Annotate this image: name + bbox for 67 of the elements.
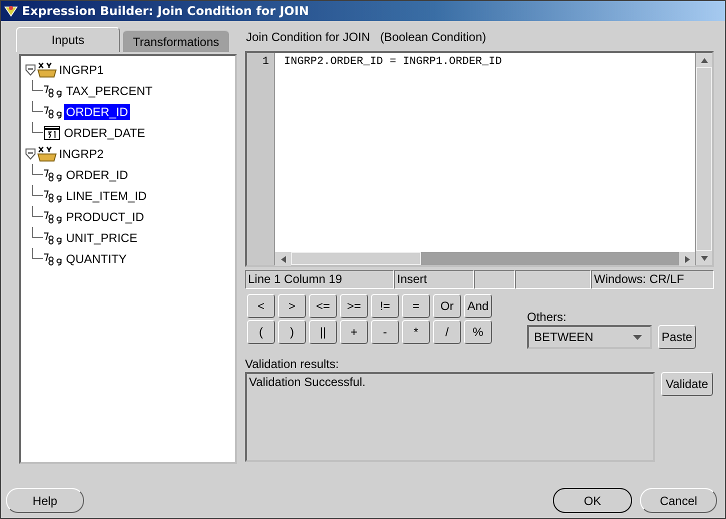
calendar-icon: [43, 125, 61, 140]
operator-button[interactable]: <: [247, 294, 275, 318]
operator-button[interactable]: And: [464, 294, 492, 318]
editor-subheading: (Boolean Condition): [380, 30, 486, 44]
window-title: Expression Builder: Join Condition for JOIN: [22, 4, 309, 18]
status-cell: [474, 270, 515, 289]
code-line: INGRP2.ORDER_ID = INGRP1.ORDER_ID: [284, 56, 503, 69]
line-number: 1: [262, 56, 269, 69]
numeric-type-icon: [43, 188, 63, 202]
tree-item[interactable]: INGRP1: [57, 62, 106, 78]
code-editor[interactable]: 1 INGRP2.ORDER_ID = INGRP1.ORDER_ID: [245, 51, 714, 267]
validation-label: Validation results:: [245, 357, 340, 371]
tree-item[interactable]: INGRP2: [57, 146, 106, 162]
cursor-position: Line 1 Column 19: [245, 270, 394, 289]
tree-item[interactable]: TAX_PERCENT: [64, 82, 154, 98]
tree-item[interactable]: PRODUCT_ID: [64, 208, 146, 224]
collapse-icon[interactable]: [25, 148, 36, 160]
scroll-left-icon[interactable]: [280, 256, 286, 262]
numeric-type-icon: [43, 230, 63, 244]
insert-mode: Insert: [394, 270, 474, 289]
operator-button[interactable]: /: [433, 320, 461, 344]
tab[interactable]: Inputs: [16, 27, 120, 52]
others-dropdown[interactable]: BETWEEN: [527, 325, 652, 349]
tab[interactable]: Transformations: [123, 30, 229, 52]
operator-button[interactable]: >=: [340, 294, 368, 318]
tree-item[interactable]: ORDER_ID: [64, 104, 130, 120]
operator-button[interactable]: <=: [309, 294, 337, 318]
help-button[interactable]: Help: [6, 488, 84, 513]
cancel-button[interactable]: Cancel: [640, 488, 717, 513]
paste-button[interactable]: Paste: [658, 325, 696, 349]
validation-message: Validation Successful.: [249, 375, 366, 389]
editor-heading: Join Condition for JOIN: [246, 30, 370, 44]
scroll-right-icon[interactable]: [684, 256, 690, 262]
tree-item[interactable]: QUANTITY: [64, 250, 129, 266]
numeric-type-icon: [43, 210, 63, 224]
operator-button[interactable]: %: [464, 320, 492, 344]
scroll-down-icon[interactable]: [700, 256, 708, 260]
tree-item[interactable]: ORDER_ID: [64, 166, 130, 182]
operator-button[interactable]: !=: [371, 294, 399, 318]
validate-button[interactable]: Validate: [661, 372, 713, 396]
numeric-type-icon: [43, 104, 63, 118]
tree-item[interactable]: ORDER_DATE: [62, 124, 148, 140]
numeric-type-icon: [43, 84, 63, 98]
operator-button[interactable]: +: [340, 320, 368, 344]
numeric-type-icon: [43, 168, 63, 182]
horizontal-scrollbar[interactable]: [275, 252, 695, 265]
app-icon: [4, 5, 18, 17]
operator-button[interactable]: -: [371, 320, 399, 344]
operator-button[interactable]: ||: [309, 320, 337, 344]
scroll-up-icon[interactable]: [700, 58, 708, 62]
folder-icon: [37, 146, 57, 162]
operator-button[interactable]: >: [278, 294, 306, 318]
folder-icon: [37, 62, 57, 78]
tree-item[interactable]: LINE_ITEM_ID: [64, 188, 149, 204]
line-ending: Windows: CR/LF: [591, 270, 714, 289]
vertical-scrollbar[interactable]: [695, 53, 712, 265]
caret-icon: [633, 334, 642, 340]
operator-button[interactable]: =: [402, 294, 430, 318]
ok-button[interactable]: OK: [553, 488, 632, 513]
operator-button[interactable]: *: [402, 320, 430, 344]
operator-button[interactable]: (: [247, 320, 275, 344]
tree-item[interactable]: UNIT_PRICE: [64, 230, 140, 246]
collapse-icon[interactable]: [25, 64, 36, 76]
others-label: Others:: [527, 310, 568, 325]
operator-button[interactable]: Or: [433, 294, 461, 318]
numeric-type-icon: [43, 252, 63, 266]
operator-button[interactable]: ): [278, 320, 306, 344]
